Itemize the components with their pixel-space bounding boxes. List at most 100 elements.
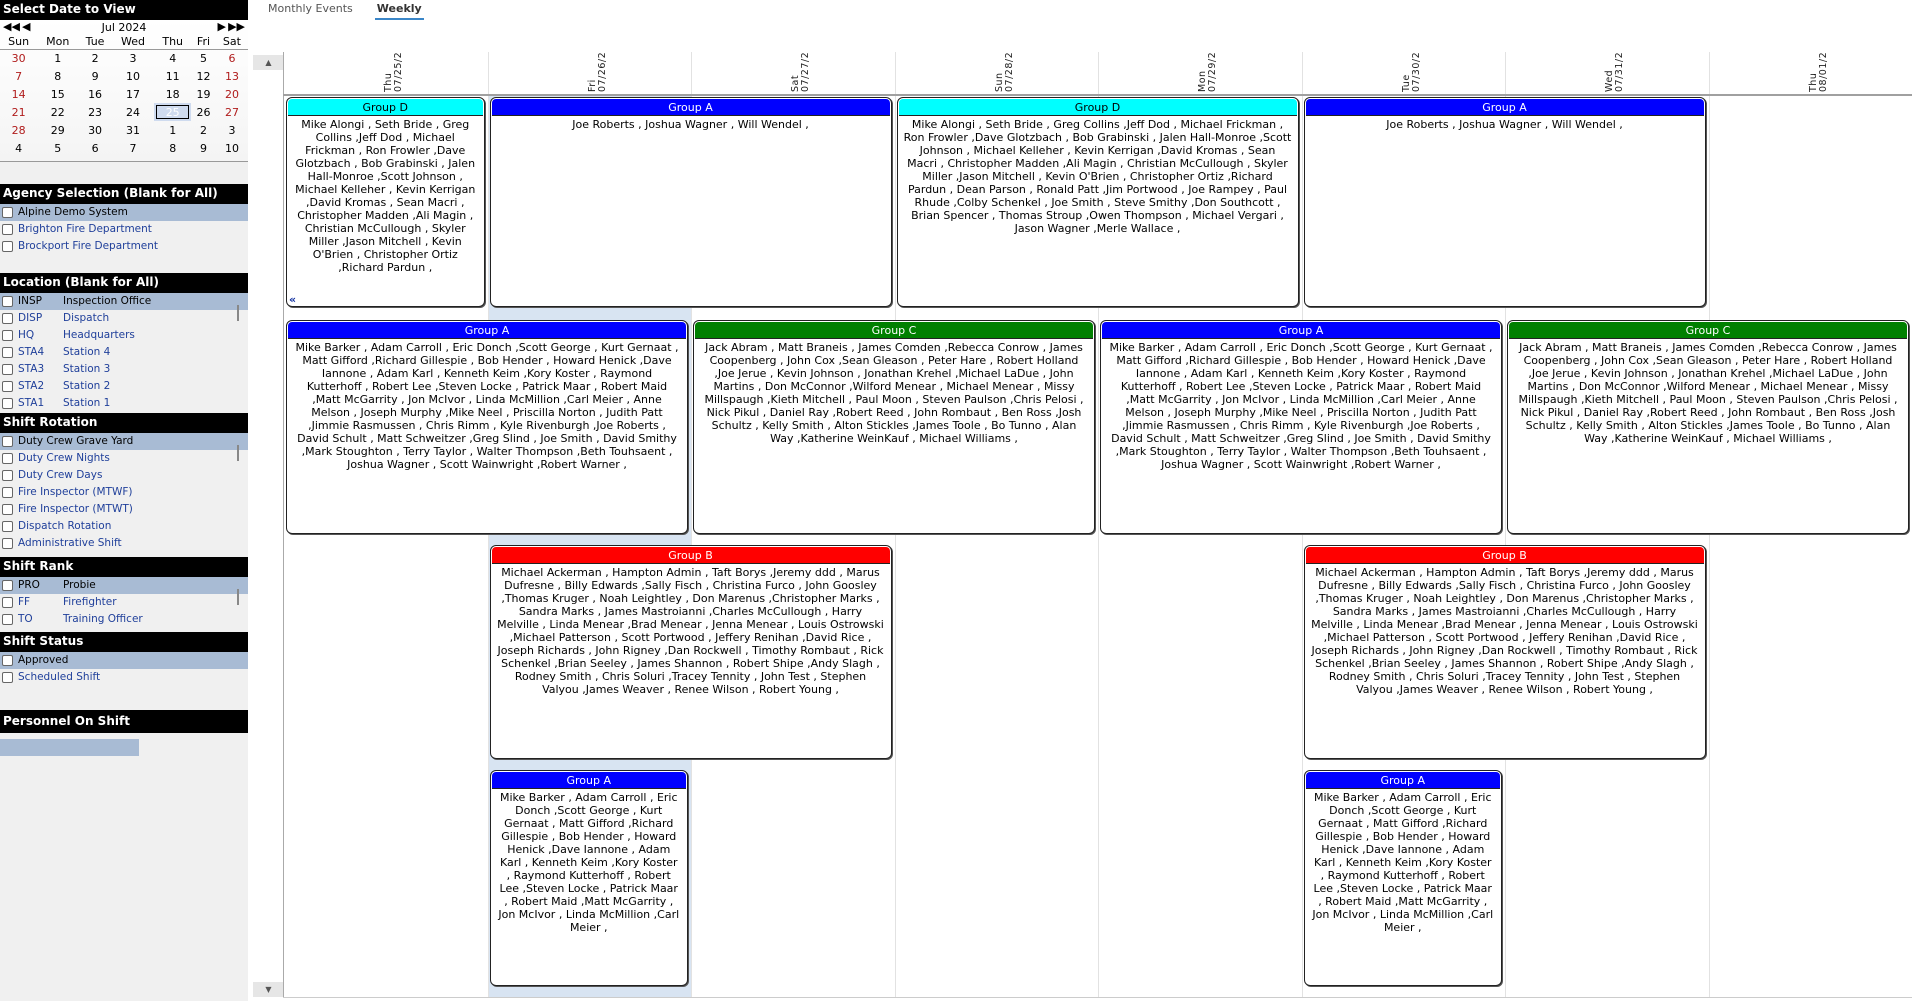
- calendar-day[interactable]: 20: [216, 85, 248, 103]
- checkbox[interactable]: [2, 330, 13, 341]
- day-header[interactable]: Thu 07/25/2: [284, 52, 488, 94]
- calendar-day[interactable]: 16: [78, 85, 111, 103]
- location-list-item[interactable]: STA2 Station 2: [0, 378, 248, 395]
- calendar-day[interactable]: 6: [78, 139, 111, 157]
- location-scrollbar[interactable]: [237, 305, 239, 321]
- rotation-list-item[interactable]: Fire Inspector (MTWT): [0, 501, 248, 518]
- calendar-day[interactable]: 2: [191, 121, 216, 139]
- rotation-list-item[interactable]: Duty Crew Grave Yard: [0, 433, 248, 450]
- agency-list-item[interactable]: Brockport Fire Department: [0, 238, 248, 255]
- calendar-day[interactable]: 3: [112, 49, 155, 67]
- calendar-day[interactable]: 13: [216, 67, 248, 85]
- calendar-day[interactable]: 21: [0, 103, 37, 121]
- calendar-day[interactable]: 10: [216, 139, 248, 157]
- calendar-day[interactable]: 7: [0, 67, 37, 85]
- shift-event-card[interactable]: Group D Mike Alongi , Seth Bride , Greg C…: [896, 97, 1299, 307]
- shift-event-card[interactable]: Group A Mike Barker , Adam Carroll , Eric…: [286, 320, 688, 534]
- calendar-day[interactable]: 27: [216, 103, 248, 121]
- next-year-icon[interactable]: ▶▶: [228, 20, 245, 33]
- day-header[interactable]: Tue 07/30/2: [1302, 52, 1506, 94]
- rotation-list-item[interactable]: Administrative Shift: [0, 535, 248, 552]
- checkbox[interactable]: [2, 364, 13, 375]
- calendar-day[interactable]: 14: [0, 85, 37, 103]
- rotation-list-item[interactable]: Duty Crew Nights: [0, 450, 248, 467]
- checkbox[interactable]: [2, 453, 13, 464]
- checkbox[interactable]: [2, 655, 13, 666]
- checkbox[interactable]: [2, 296, 13, 307]
- calendar-day[interactable]: 12: [191, 67, 216, 85]
- shift-event-card[interactable]: Group B Michael Ackerman , Hampton Admin …: [489, 545, 892, 759]
- scroll-up-button[interactable]: ▲: [253, 55, 284, 70]
- calendar-day[interactable]: 19: [191, 85, 216, 103]
- checkbox[interactable]: [2, 470, 13, 481]
- calendar-day[interactable]: 1: [154, 121, 191, 139]
- day-header[interactable]: Wed 07/31/2: [1505, 52, 1709, 94]
- day-header[interactable]: Sun 07/28/2: [895, 52, 1099, 94]
- calendar-day[interactable]: 4: [154, 49, 191, 67]
- day-header[interactable]: Sat 07/27/2: [691, 52, 895, 94]
- calendar-day[interactable]: 23: [78, 103, 111, 121]
- calendar-day[interactable]: 17: [112, 85, 155, 103]
- checkbox[interactable]: [2, 313, 13, 324]
- checkbox[interactable]: [2, 381, 13, 392]
- calendar-day[interactable]: 31: [112, 121, 155, 139]
- calendar-day[interactable]: 30: [0, 49, 37, 67]
- tab-monthly-events[interactable]: Monthly Events: [266, 0, 355, 20]
- checkbox[interactable]: [2, 538, 13, 549]
- calendar-day[interactable]: 11: [154, 67, 191, 85]
- calendar-day[interactable]: 5: [37, 139, 78, 157]
- calendar-day[interactable]: 6: [216, 49, 248, 67]
- checkbox[interactable]: [2, 207, 13, 218]
- rank-list-item[interactable]: FF Firefighter: [0, 594, 248, 611]
- calendar-day[interactable]: 18: [154, 85, 191, 103]
- rotation-list-item[interactable]: Dispatch Rotation: [0, 518, 248, 535]
- calendar-day[interactable]: 5: [191, 49, 216, 67]
- rotation-list-item[interactable]: Duty Crew Days: [0, 467, 248, 484]
- calendar-day[interactable]: 22: [37, 103, 78, 121]
- checkbox[interactable]: [2, 241, 13, 252]
- calendar-day[interactable]: 2: [78, 49, 111, 67]
- checkbox[interactable]: [2, 347, 13, 358]
- rank-list-item[interactable]: TO Training Officer: [0, 611, 248, 628]
- checkbox[interactable]: [2, 580, 13, 591]
- location-list-item[interactable]: INSP Inspection Office: [0, 293, 248, 310]
- status-list-item[interactable]: Scheduled Shift: [0, 669, 248, 686]
- checkbox[interactable]: [2, 224, 13, 235]
- calendar-day[interactable]: 4: [0, 139, 37, 157]
- calendar-day[interactable]: 30: [78, 121, 111, 139]
- calendar-day[interactable]: 28: [0, 121, 37, 139]
- calendar-day[interactable]: 24: [112, 103, 155, 121]
- next-month-icon[interactable]: ▶: [218, 20, 226, 33]
- calendar-day[interactable]: 10: [112, 67, 155, 85]
- status-list-item[interactable]: Approved: [0, 652, 248, 669]
- checkbox[interactable]: [2, 436, 13, 447]
- calendar-day[interactable]: 25: [154, 103, 192, 121]
- scroll-down-button[interactable]: ▼: [253, 982, 284, 997]
- calendar-day[interactable]: 9: [78, 67, 111, 85]
- day-header[interactable]: Thu 08/01/2: [1709, 52, 1912, 94]
- agency-list-item[interactable]: Alpine Demo System: [0, 204, 248, 221]
- day-header[interactable]: Mon 07/29/2: [1098, 52, 1302, 94]
- shift-event-card[interactable]: Group C Jack Abram , Matt Braneis , James…: [693, 320, 1095, 534]
- checkbox[interactable]: [2, 398, 13, 409]
- location-list-item[interactable]: STA4 Station 4: [0, 344, 248, 361]
- checkbox[interactable]: [2, 672, 13, 683]
- calendar-day[interactable]: 1: [37, 49, 78, 67]
- shift-event-card[interactable]: Group A Joe Roberts , Joshua Wagner , Wil…: [1303, 97, 1706, 307]
- shift-event-card[interactable]: Group D Mike Alongi , Seth Bride , Greg C…: [286, 97, 485, 307]
- calendar-day[interactable]: 29: [37, 121, 78, 139]
- calendar-day[interactable]: 3: [216, 121, 248, 139]
- rank-scrollbar[interactable]: [237, 589, 239, 605]
- location-list-item[interactable]: STA1 Station 1: [0, 395, 248, 412]
- checkbox[interactable]: [2, 521, 13, 532]
- calendar-day[interactable]: 7: [112, 139, 155, 157]
- checkbox[interactable]: [2, 487, 13, 498]
- location-list-item[interactable]: HQ Headquarters: [0, 327, 248, 344]
- calendar-day[interactable]: 9: [191, 139, 216, 157]
- shift-event-card[interactable]: Group B Michael Ackerman , Hampton Admin …: [1303, 545, 1706, 759]
- day-column[interactable]: [1709, 96, 1912, 997]
- day-header[interactable]: Fri 07/26/2: [488, 52, 692, 94]
- agency-list-item[interactable]: Brighton Fire Department: [0, 221, 248, 238]
- calendar-day[interactable]: 26: [191, 103, 216, 121]
- more-indicator-icon[interactable]: «: [289, 293, 296, 306]
